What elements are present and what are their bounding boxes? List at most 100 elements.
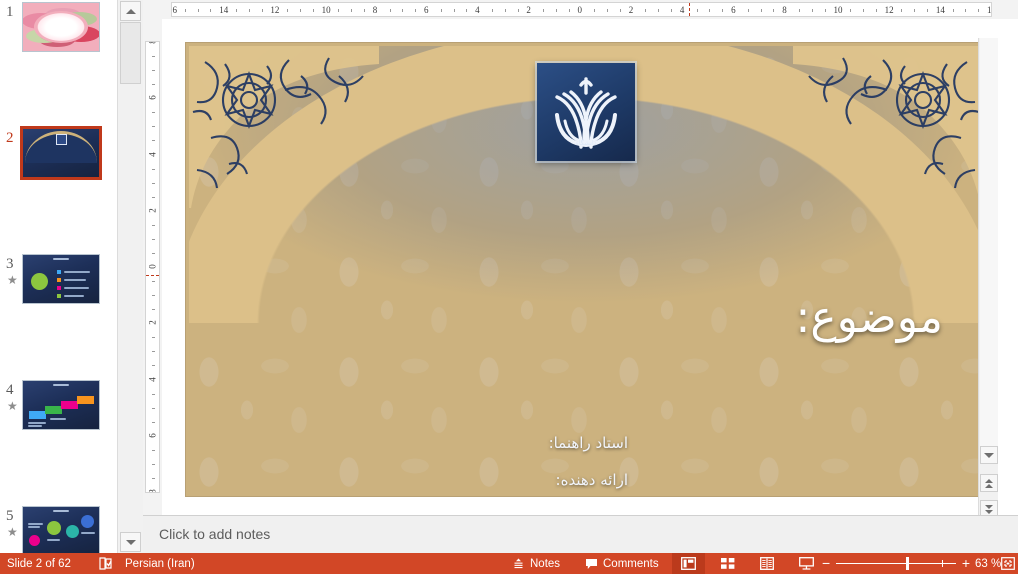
notes-button[interactable]: Notes	[505, 553, 567, 574]
thumbnail-slide-3[interactable]: 3 ★	[0, 252, 117, 315]
thumb-art-stacked-bars	[23, 381, 99, 429]
arabesque-ornament-left	[189, 46, 379, 211]
ruler-tick-label: 16	[171, 6, 177, 15]
ruler-minor-tick	[543, 9, 544, 12]
ruler-minor-tick	[799, 9, 800, 12]
comments-button[interactable]: Comments	[578, 553, 666, 574]
fit-slide-to-window-button[interactable]	[998, 553, 1018, 574]
ruler-tick-label: 4	[149, 147, 158, 161]
slide-sorter-view-button[interactable]	[712, 553, 744, 574]
vertical-ruler[interactable]: 864202468	[143, 19, 162, 515]
notes-placeholder[interactable]: Click to add notes	[159, 526, 270, 542]
previous-slide-button[interactable]	[980, 474, 998, 492]
ruler-minor-tick	[722, 9, 723, 12]
thumbnail-preview[interactable]	[22, 2, 100, 52]
ruler-tick-label: 6	[149, 428, 158, 442]
thumbnail-preview[interactable]	[22, 380, 100, 430]
ruler-minor-tick	[210, 9, 211, 12]
ruler-minor-tick	[287, 9, 288, 12]
ruler-minor-tick	[185, 9, 186, 12]
thumbnail-scrollbar[interactable]	[117, 0, 143, 553]
zoom-slider-track[interactable]	[836, 563, 956, 564]
ruler-tick-label: 14	[219, 6, 228, 15]
thumbnail-preview-selected[interactable]	[20, 126, 102, 180]
ruler-tick-label: 4	[149, 372, 158, 386]
ruler-minor-tick	[152, 394, 155, 395]
ruler-tick-label: 0	[578, 6, 583, 15]
slide-vertical-scrollbar[interactable]	[978, 38, 998, 534]
vertical-ruler-scale: 864202468	[145, 41, 160, 493]
ruler-minor-tick	[152, 365, 155, 366]
horizontal-ruler-scale: 1614121086420246810121416	[171, 2, 992, 17]
thumbnail-preview[interactable]	[22, 506, 100, 553]
ruler-minor-tick	[390, 9, 391, 12]
ruler-minor-tick	[466, 9, 467, 12]
ruler-minor-tick	[152, 225, 155, 226]
thumb-art-pie-circles	[23, 507, 99, 553]
supervisor-label[interactable]: استاد راهنما:	[549, 434, 628, 452]
zoom-out-button[interactable]: −	[822, 553, 830, 574]
thumbnail-preview[interactable]	[22, 254, 100, 304]
ruler-minor-tick	[249, 9, 250, 12]
ruler-tick-label: 10	[322, 6, 331, 15]
ruler-tick-label: 0	[149, 260, 158, 274]
thumbnail-number: 5	[6, 508, 14, 525]
slide-editing-area[interactable]: دانشگاه موضوع: استاد راهنما: ارائه دهنده…	[162, 19, 998, 515]
ruler-minor-tick	[607, 9, 608, 12]
spell-check-button[interactable]	[92, 553, 119, 574]
ruler-indent-marker[interactable]	[689, 3, 690, 16]
zoom-slider-handle[interactable]	[906, 557, 909, 570]
slide-show-view-button[interactable]	[790, 553, 823, 574]
ruler-minor-tick	[152, 140, 155, 141]
normal-view-button[interactable]	[672, 553, 705, 574]
notes-pane[interactable]: Click to add notes	[143, 515, 1018, 553]
ruler-minor-tick	[152, 253, 155, 254]
notes-button-label: Notes	[530, 558, 560, 570]
ruler-minor-tick	[152, 337, 155, 338]
ruler-minor-tick	[594, 9, 595, 12]
slide-title[interactable]: موضوع:	[796, 296, 943, 340]
thumbnail-slide-1[interactable]: 1	[0, 0, 117, 63]
ruler-minor-tick	[863, 9, 864, 12]
ruler-minor-tick	[953, 9, 954, 12]
thumbnail-scroll-up-button[interactable]	[120, 1, 141, 21]
presenter-label[interactable]: ارائه دهنده:	[556, 471, 628, 489]
ruler-indent-marker[interactable]	[146, 275, 159, 276]
ruler-minor-tick	[812, 9, 813, 12]
zoom-slider[interactable]: − +	[822, 553, 970, 574]
language-text: Persian (Iran)	[125, 558, 195, 570]
ruler-minor-tick	[620, 9, 621, 12]
chevron-up-icon	[126, 9, 136, 14]
ruler-minor-tick	[364, 9, 365, 12]
language-indicator[interactable]: Persian (Iran)	[118, 553, 202, 574]
thumbnail-slide-4[interactable]: 4 ★	[0, 378, 117, 441]
thumbnail-number: 2	[6, 130, 14, 147]
ruler-minor-tick	[850, 9, 851, 12]
scroll-down-button[interactable]	[980, 446, 998, 464]
university-emblem-icon: دانشگاه	[537, 63, 635, 161]
animation-star-icon: ★	[7, 526, 18, 538]
ruler-minor-tick	[441, 9, 442, 12]
current-slide[interactable]: دانشگاه موضوع: استاد راهنما: ارائه دهنده…	[186, 43, 986, 496]
ruler-minor-tick	[492, 9, 493, 12]
ruler-tick-label: 14	[936, 6, 945, 15]
ruler-minor-tick	[152, 295, 155, 296]
slide-thumbnail-pane[interactable]: 1 2 3 ★	[0, 0, 117, 553]
thumbnail-scroll-down-button[interactable]	[120, 532, 141, 552]
slide-counter[interactable]: Slide 2 of 62	[0, 553, 78, 574]
notes-icon	[512, 557, 525, 570]
scrollbar-track[interactable]	[980, 38, 998, 458]
thumbnail-slide-2[interactable]: 2	[0, 126, 117, 189]
ruler-tick-label: 4	[680, 6, 685, 15]
ruler-minor-tick	[152, 70, 155, 71]
ruler-minor-tick	[454, 9, 455, 12]
ruler-minor-tick	[236, 9, 237, 12]
ruler-minor-tick	[901, 9, 902, 12]
reading-view-button[interactable]	[751, 553, 783, 574]
double-chevron-up-icon	[985, 479, 993, 488]
horizontal-ruler[interactable]: 1614121086420246810121416	[143, 0, 1018, 19]
thumbnail-slide-5[interactable]: 5 ★	[0, 504, 117, 553]
floral-wreath-icon	[34, 11, 88, 43]
thumbnail-scrollbar-thumb[interactable]	[120, 22, 141, 84]
comments-button-label: Comments	[603, 558, 659, 570]
